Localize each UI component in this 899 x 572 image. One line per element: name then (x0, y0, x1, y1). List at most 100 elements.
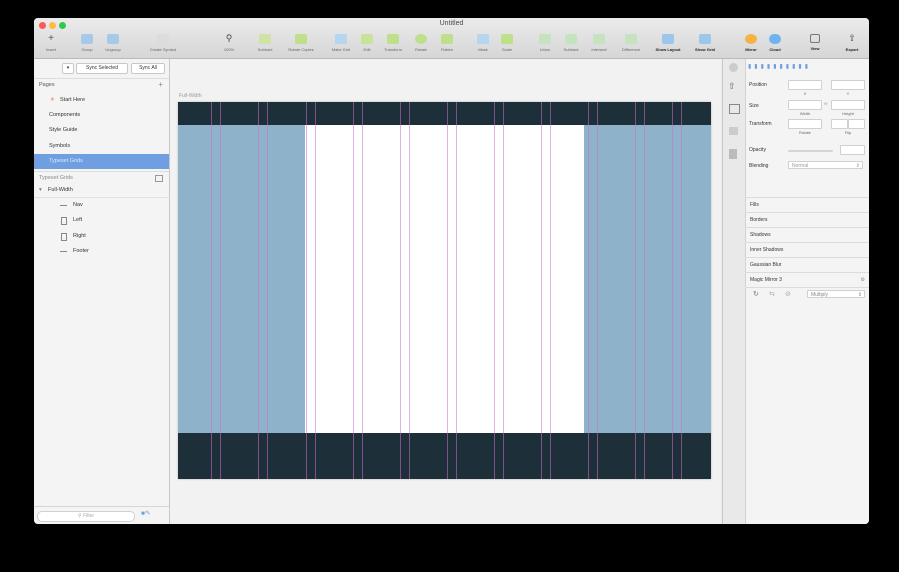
plugin-strip: ⇧ (723, 59, 746, 524)
opacity-field[interactable] (840, 145, 865, 155)
magnifier-icon: ⚲ (225, 33, 233, 43)
zoom-button[interactable]: ⚲ 100% (212, 32, 246, 56)
page-item-label: Start Here (60, 97, 86, 103)
insert-label: Insert (45, 47, 56, 52)
canvas-area[interactable]: Full-Width (170, 59, 721, 524)
ungroup-button[interactable]: Ungroup (96, 32, 130, 56)
scale-button[interactable]: Scale (490, 32, 524, 56)
plus-icon: + (48, 33, 54, 44)
layout-panel-icon[interactable] (729, 127, 738, 135)
grid-guide (588, 102, 589, 479)
opacity-slider[interactable] (788, 150, 833, 152)
plugin-icon[interactable] (729, 63, 738, 72)
rotate-caption: Rotate (799, 130, 811, 135)
create-symbol-button[interactable]: Create Symbol (146, 32, 180, 56)
layer-item-footer[interactable]: Footer (34, 244, 169, 259)
left-column-block[interactable] (178, 102, 305, 479)
mirror-blend-select[interactable]: Multiply ⇕ (807, 290, 865, 298)
lock-ratio-icon[interactable]: ∞ (824, 101, 828, 107)
grid-guide (635, 102, 636, 479)
settings-gear-icon[interactable]: ⚙ (861, 273, 865, 287)
export-icon: ⇧ (848, 33, 856, 43)
position-label: Position (749, 82, 767, 88)
cloud-icon (769, 34, 781, 44)
share-icon[interactable]: ⇧ (728, 81, 736, 92)
chevron-updown-icon: ⇕ (855, 163, 860, 169)
inner-shadows-section[interactable]: Inner Shadows (745, 242, 869, 256)
transform-label: Transform (749, 121, 772, 127)
transform-icon (387, 34, 399, 44)
grid-guide (211, 102, 212, 479)
export-button[interactable]: ⇧ Export (835, 32, 869, 56)
rotate-field[interactable] (788, 119, 822, 129)
width-field[interactable] (788, 100, 822, 110)
refresh-icon[interactable]: ↻ (753, 290, 759, 298)
magic-mirror-section[interactable]: Magic Mirror 3 ⚙ (745, 272, 869, 286)
flip-caption: Flip (844, 130, 852, 135)
show-layout-label: Show Layout (655, 47, 681, 52)
page-item-components[interactable]: Components (34, 108, 169, 123)
layer-item-left[interactable]: Left (34, 213, 169, 228)
rotate-copies-button[interactable]: Rotate Copies (284, 32, 318, 56)
subtract-shape-icon (565, 34, 577, 44)
collapse-layers-icon[interactable] (155, 175, 163, 182)
x-caption: X (803, 91, 807, 96)
fills-section[interactable]: Fills (745, 197, 869, 211)
page-item-label: Style Guide (49, 127, 78, 133)
flip-horizontal-button[interactable] (831, 119, 848, 129)
flip-vertical-button[interactable] (848, 119, 865, 129)
sync-all-button[interactable]: Sync All (131, 63, 165, 74)
line-layer-icon (60, 251, 67, 252)
rectangle-layer-icon (61, 217, 67, 225)
layer-item-nav[interactable]: Nav (34, 198, 169, 213)
borders-section[interactable]: Borders (745, 212, 869, 226)
stack-icon[interactable] (729, 104, 740, 114)
magic-mirror-label: Magic Mirror 3 (750, 277, 782, 283)
grid-guide (409, 102, 410, 479)
show-layout-button[interactable]: Show Layout (651, 32, 685, 56)
right-column-block[interactable] (584, 102, 711, 479)
flatten-button[interactable]: Flatten (430, 32, 464, 56)
layers-sidebar: ▾ Sync Selected Sync All Pages + ✳ Start… (34, 59, 170, 524)
position-y-field[interactable] (831, 80, 865, 90)
layers-header-label: Typeset Grids (39, 175, 73, 181)
layer-artboard-full-width[interactable]: ▾ Full-Width (34, 183, 169, 198)
show-grid-button[interactable]: Show Grid (688, 32, 722, 56)
cloud-button[interactable]: Cloud (758, 32, 792, 56)
subtract-tool-button[interactable]: Subtract (248, 32, 282, 56)
artboard-title[interactable]: Full-Width (179, 93, 202, 99)
blending-select[interactable]: Normal ⇕ (788, 161, 863, 169)
difference-button[interactable]: Difference (614, 32, 648, 56)
grid-guide (644, 102, 645, 479)
intersect-button[interactable]: Intersect (582, 32, 616, 56)
page-item-symbols[interactable]: Symbols (34, 139, 169, 154)
add-page-icon[interactable]: + (158, 79, 163, 91)
position-x-field[interactable] (788, 80, 822, 90)
export-label: Export (845, 47, 859, 52)
filter-options-icon[interactable]: ■∕✎ (141, 510, 151, 517)
flip-icon[interactable]: ⇆ (769, 290, 775, 298)
sync-dropdown[interactable]: ▾ (62, 63, 74, 74)
gaussian-blur-section[interactable]: Gaussian Blur (745, 257, 869, 271)
layer-item-right[interactable]: Right (34, 229, 169, 244)
align-icons[interactable]: ▮▮▮▮▮▮▮▮▮▮ (748, 64, 811, 70)
grid-guide (456, 102, 457, 479)
page-item-typeset-grids[interactable]: Typeset Grids (34, 154, 169, 169)
window-title: Untitled (439, 20, 464, 27)
remove-icon[interactable]: ⊘ (785, 290, 791, 298)
page-item-start-here[interactable]: ✳ Start Here (34, 93, 169, 108)
grid-guide (258, 102, 259, 479)
alignment-toolbar: ▮▮▮▮▮▮▮▮▮▮ (748, 63, 866, 71)
page-item-style-guide[interactable]: Style Guide (34, 123, 169, 138)
disclosure-arrow-icon[interactable]: ▾ (39, 183, 42, 197)
shadows-section[interactable]: Shadows (745, 227, 869, 241)
view-button[interactable]: View (798, 32, 832, 56)
artboard-full-width[interactable] (178, 102, 711, 479)
stack-panel-icon[interactable] (729, 149, 737, 159)
flatten-label: Flatten (440, 47, 454, 52)
grid-icon (335, 34, 347, 44)
insert-button[interactable]: + Insert (34, 32, 68, 56)
filter-input[interactable]: ⚲ Filter (37, 511, 135, 522)
height-field[interactable] (831, 100, 865, 110)
sync-selected-button[interactable]: Sync Selected (76, 63, 128, 74)
